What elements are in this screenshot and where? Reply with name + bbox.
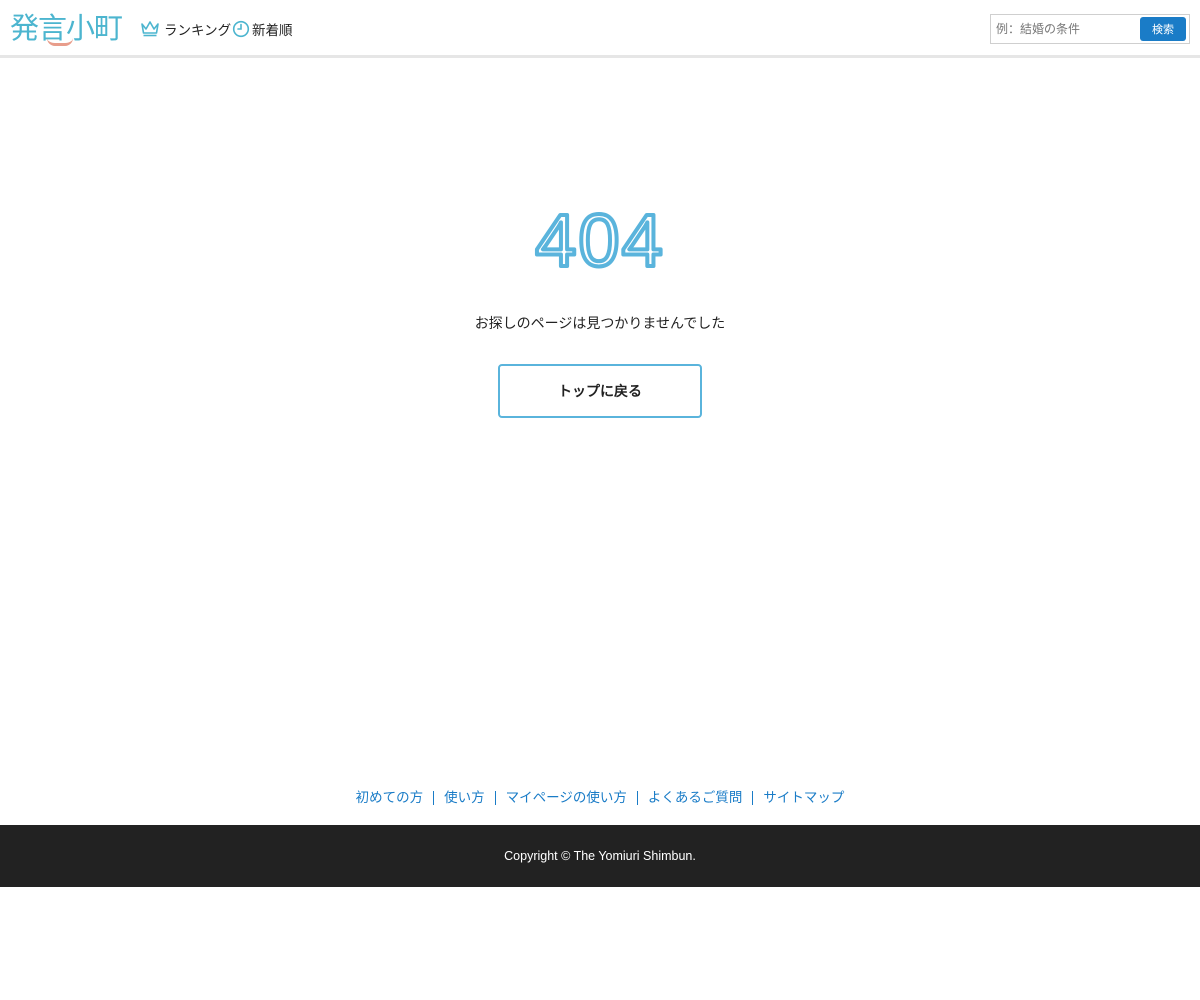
- site-logo[interactable]: 発言小町: [10, 10, 123, 46]
- footer-bar: Copyright © The Yomiuri Shimbun.: [0, 825, 1200, 887]
- back-to-top-label: トップに戻る: [558, 384, 642, 400]
- logo-smile-mark: [47, 38, 73, 46]
- footer-link-sitemap[interactable]: サイトマップ: [753, 790, 854, 806]
- nav-ranking-label: ランキング: [164, 23, 232, 39]
- footer-link-mypage-guide[interactable]: マイページの使い方: [496, 790, 637, 806]
- footer-links: 初めての方 使い方 マイページの使い方 よくあるご質問 サイトマップ: [0, 787, 1200, 809]
- footer-link-how-to-use[interactable]: 使い方: [434, 790, 495, 806]
- error-message: お探しのページは見つかりませんでした: [474, 316, 726, 332]
- crown-icon: [141, 21, 159, 37]
- nav-ranking-link[interactable]: ランキング: [140, 18, 231, 40]
- footer-link-faq[interactable]: よくあるご質問: [638, 790, 753, 806]
- search-button[interactable]: 検索: [1140, 17, 1186, 41]
- clock-icon: [232, 20, 250, 38]
- site-header: 発言小町 ランキング 新着順 検索: [0, 0, 1200, 58]
- nav-new-label: 新着順: [252, 23, 293, 39]
- error-code-graphic: 404: [533, 198, 664, 278]
- footer-link-beginners[interactable]: 初めての方: [346, 790, 434, 806]
- nav-new-link[interactable]: 新着順: [232, 18, 293, 40]
- search-box: 検索: [990, 14, 1190, 44]
- error-code-display: 404: [0, 198, 1200, 282]
- search-input[interactable]: [996, 16, 1142, 42]
- back-to-top-button[interactable]: トップに戻る: [498, 364, 702, 418]
- error-code-text: 404: [535, 199, 664, 278]
- copyright-text: Copyright © The Yomiuri Shimbun.: [504, 849, 696, 863]
